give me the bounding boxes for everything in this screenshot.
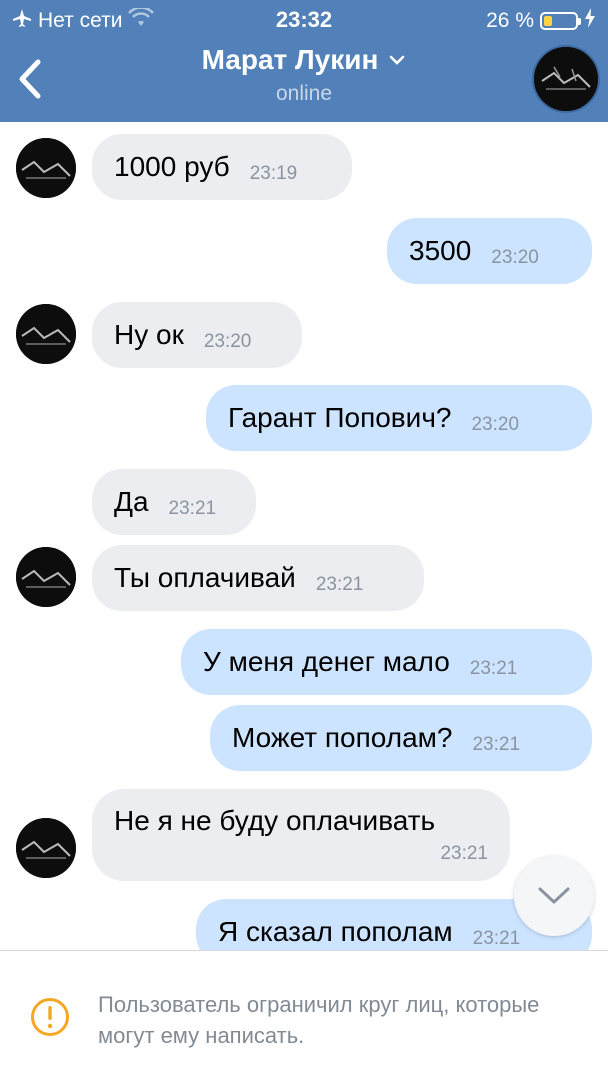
message-bubble[interactable]: 3500 23:20: [387, 218, 592, 284]
battery-percent: 26 %: [486, 9, 534, 32]
message-list[interactable]: 1000 руб 23:19 3500 23:20 Ну ок 23:20 Га…: [0, 122, 608, 950]
charging-bolt-icon: [584, 8, 596, 34]
sender-avatar[interactable]: [16, 818, 76, 878]
message-text: Не я не буду оплачивать: [114, 805, 436, 836]
scroll-down-icon: [538, 887, 570, 904]
header-bar: Нет сети 23:32 26 % Марат Лукин online: [0, 0, 608, 122]
battery-icon: [540, 12, 581, 30]
message-time: 23:20: [491, 247, 539, 268]
message-time: 23:21: [315, 574, 364, 595]
message-text: Да: [114, 486, 149, 517]
status-right: 26 %: [486, 8, 596, 34]
message-text: Может пополам?: [232, 722, 453, 753]
restriction-notice: Пользователь ограничил круг лиц, которые…: [0, 950, 608, 1081]
message-bubble[interactable]: Да 23:21: [92, 469, 256, 535]
contact-status: online: [275, 82, 333, 105]
sender-avatar[interactable]: [16, 304, 76, 364]
message-bubble[interactable]: У меня денег мало 23:21: [181, 629, 592, 695]
message-time: 23:20: [203, 331, 252, 352]
contact-name: Марат Лукин: [201, 44, 379, 75]
warning-icon: [31, 998, 69, 1036]
message-time: 23:21: [472, 734, 521, 755]
message-bubble[interactable]: Ну ок 23:20: [92, 302, 302, 368]
message-bubble[interactable]: Не я не буду оплачивать 23:21: [92, 789, 510, 881]
status-bar: Нет сети 23:32 26 %: [0, 0, 608, 38]
message-bubble[interactable]: Ты оплачивай 23:21: [92, 545, 424, 611]
message-text: У меня денег мало: [203, 646, 450, 677]
chat-title[interactable]: Марат Лукин online: [0, 44, 608, 106]
message-text: Ну ок: [114, 319, 184, 350]
battery-fill: [544, 16, 552, 26]
message-bubble[interactable]: 1000 руб 23:19: [92, 134, 352, 200]
sender-avatar[interactable]: [16, 547, 76, 607]
message-bubble[interactable]: Гарант Попович? 23:20: [206, 385, 592, 451]
chevron-down-icon: [390, 55, 405, 65]
message-time: 23:19: [249, 163, 298, 184]
message-time: 23:20: [471, 414, 520, 435]
notice-text: Пользователь ограничил круг лиц, которые…: [98, 992, 540, 1048]
scroll-down-button[interactable]: [514, 856, 594, 936]
message-text: 1000 руб: [114, 151, 230, 182]
message-text: 3500: [409, 235, 472, 266]
message-time: 23:21: [168, 498, 217, 519]
avatar[interactable]: [532, 45, 600, 113]
message-text: Гарант Попович?: [228, 402, 452, 433]
message-time: 23:21: [469, 658, 518, 679]
message-bubble[interactable]: Может пополам? 23:21: [210, 705, 592, 771]
message-time: 23:21: [472, 928, 521, 949]
message-time: 23:21: [440, 843, 488, 864]
message-text: Я сказал пополам: [218, 916, 453, 947]
message-text: Ты оплачивай: [114, 562, 296, 593]
sender-avatar[interactable]: [16, 138, 76, 198]
